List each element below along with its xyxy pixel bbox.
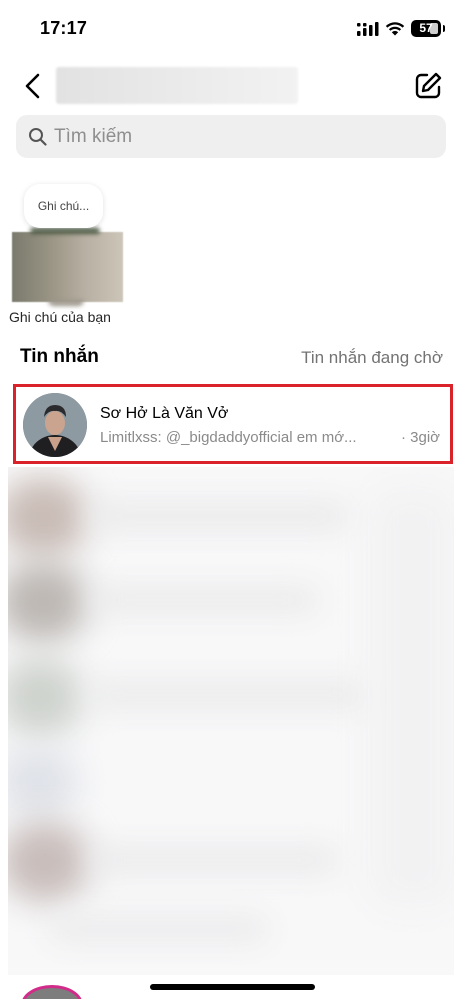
conversation-row[interactable]: Sơ Hở Là Văn Vở Limitlxss: @_bigdaddyoff… xyxy=(13,384,453,464)
search-bar[interactable] xyxy=(16,115,446,158)
wifi-icon xyxy=(385,22,405,36)
redacted-area xyxy=(368,487,454,907)
account-name-redacted[interactable] xyxy=(56,67,298,104)
messages-title: Tin nhắn xyxy=(20,346,99,367)
story-avatar-partial[interactable] xyxy=(21,985,83,999)
header xyxy=(0,62,462,108)
note-avatar-redacted[interactable] xyxy=(12,232,123,302)
redacted-avatar xyxy=(8,657,83,737)
redacted-text xyxy=(88,587,318,613)
home-indicator xyxy=(150,984,315,990)
redacted-avatar xyxy=(8,822,90,902)
battery-level: 57 xyxy=(419,21,433,35)
redacted-text xyxy=(88,682,368,708)
redacted-conversation-list xyxy=(8,467,454,975)
message-requests-link[interactable]: Tin nhắn đang chờ xyxy=(301,348,443,368)
conversation-preview: Limitlxss: @_bigdaddyofficial em mớ... xyxy=(100,429,357,446)
avatar xyxy=(23,393,87,457)
search-input[interactable] xyxy=(54,115,434,158)
redacted-avatar xyxy=(8,747,78,817)
note-label: Ghi chú của bạn xyxy=(9,309,111,325)
conversation-name: Sơ Hở Là Văn Vở xyxy=(100,405,229,422)
redacted-avatar xyxy=(8,477,88,557)
back-icon[interactable] xyxy=(22,72,44,100)
conversation-time: · 3giờ xyxy=(400,429,440,446)
note-bubble[interactable]: Ghi chú... xyxy=(24,184,103,228)
redacted-text xyxy=(48,917,268,941)
search-icon xyxy=(29,128,47,146)
redacted-text xyxy=(88,847,338,873)
signal-icon xyxy=(357,22,379,36)
redacted-text xyxy=(88,502,348,530)
battery-icon: 57 xyxy=(411,20,445,37)
compose-icon[interactable] xyxy=(413,71,443,101)
status-bar: 17:17 57 xyxy=(0,0,462,56)
redacted-avatar xyxy=(8,562,88,642)
status-time: 17:17 xyxy=(40,18,88,38)
notes-tray: Ghi chú... Ghi chú của bạn xyxy=(0,178,462,338)
